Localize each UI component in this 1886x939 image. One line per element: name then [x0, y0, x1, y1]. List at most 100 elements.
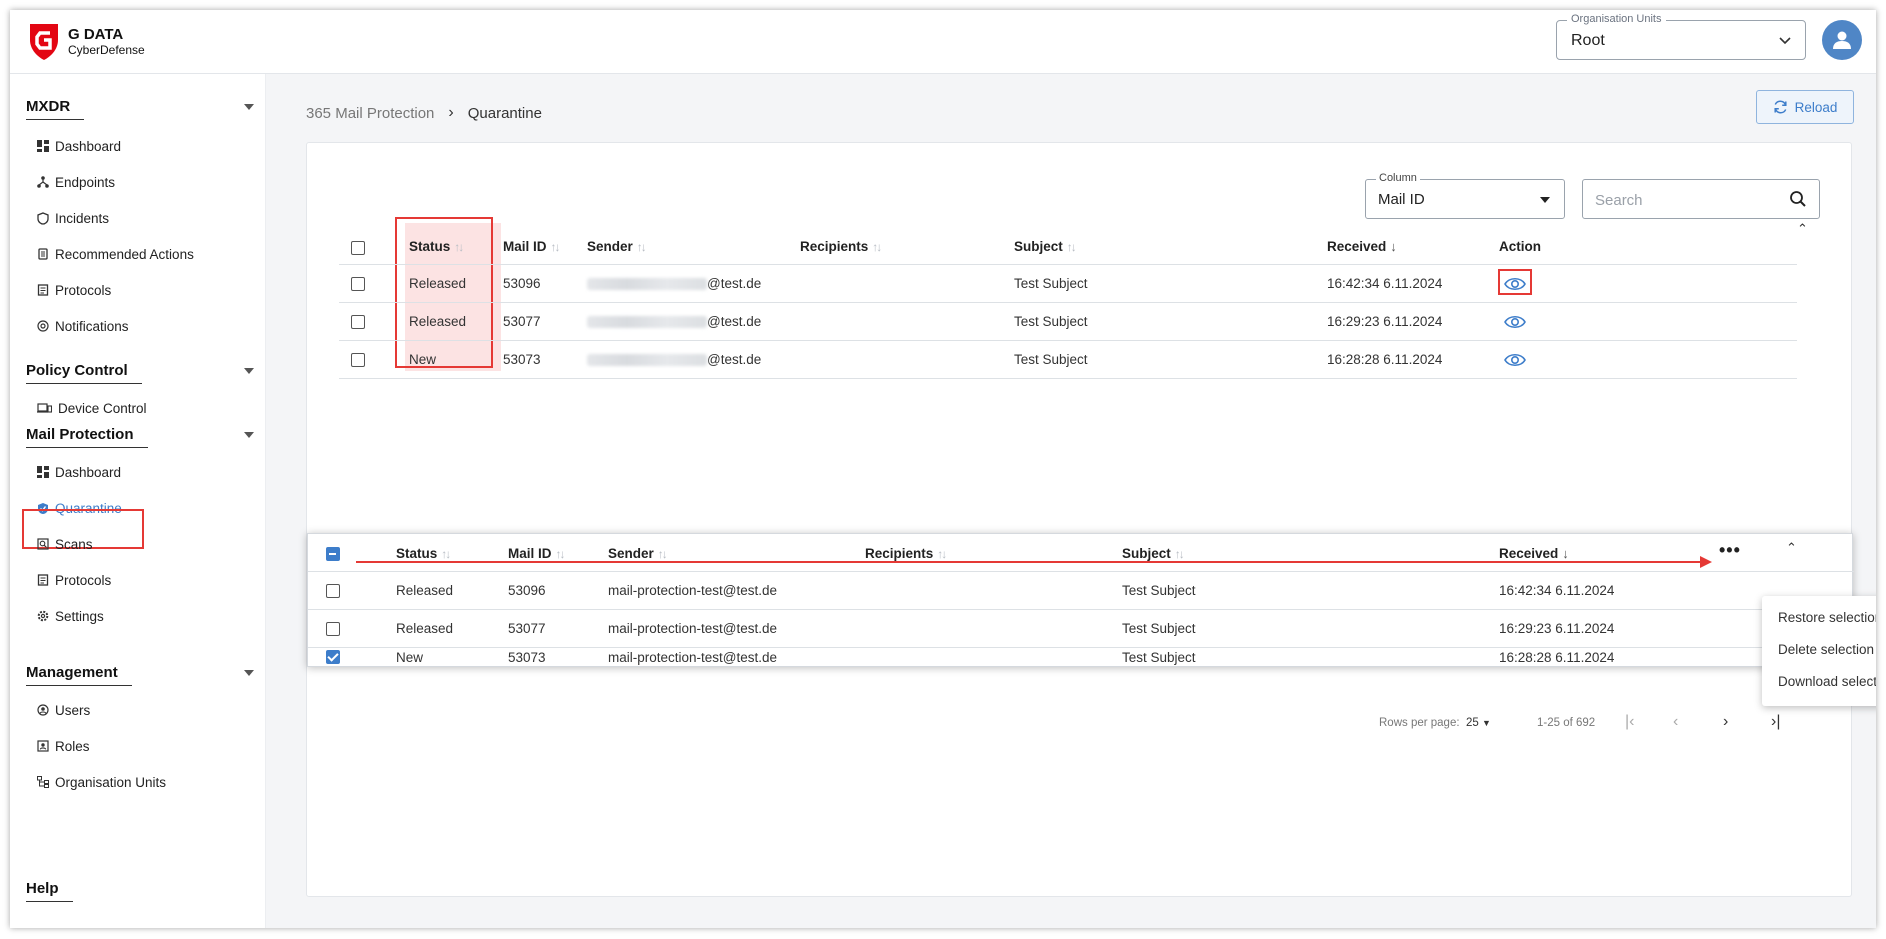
- selection-row[interactable]: New 53073 mail-protection-test@test.de T…: [308, 648, 1854, 686]
- devices-icon: [36, 402, 52, 415]
- previous-page-icon[interactable]: ‹: [1673, 713, 1678, 731]
- header-label: Mail ID: [503, 239, 547, 254]
- users-icon: [36, 704, 49, 717]
- sender-domain: @test.de: [707, 352, 762, 367]
- menu-item-download-selection[interactable]: Download selection: [1778, 674, 1876, 689]
- sort-icon: ↑↓: [550, 240, 561, 254]
- dashboard-icon: [36, 140, 49, 153]
- header-recipients[interactable]: Recipients ↑↓: [800, 239, 882, 254]
- header-label: Mail ID: [508, 546, 552, 561]
- first-page-icon[interactable]: |‹: [1625, 713, 1634, 731]
- header-received[interactable]: Received ↓: [1499, 546, 1569, 561]
- sidebar-item-mxdr-protocols[interactable]: Protocols: [36, 276, 111, 304]
- redacted-text: [587, 316, 707, 329]
- next-page-icon[interactable]: ›: [1723, 713, 1728, 731]
- row-checkbox[interactable]: [326, 584, 340, 598]
- menu-item-restore-selection[interactable]: Restore selection: [1778, 610, 1876, 625]
- header-label: Recipients: [800, 239, 869, 254]
- sidebar-item-mail-protocols[interactable]: Protocols: [36, 566, 111, 594]
- last-page-icon[interactable]: ›|: [1771, 713, 1780, 731]
- sender-domain: @test.de: [707, 276, 762, 291]
- row-checkbox[interactable]: [351, 353, 365, 367]
- sidebar-item-notifications[interactable]: Notifications: [36, 312, 129, 340]
- sidebar-section-mail-protection[interactable]: Mail Protection: [26, 426, 254, 448]
- section-title: Mail Protection: [26, 426, 148, 448]
- table-row[interactable]: Released 53077 @test.de Test Subject 16:…: [339, 303, 1797, 341]
- caret-down-icon[interactable]: [244, 670, 254, 676]
- header-subject[interactable]: Subject ↑↓: [1122, 546, 1185, 561]
- sidebar-item-mxdr-dashboard[interactable]: Dashboard: [36, 132, 121, 160]
- sidebar-item-recommended-actions[interactable]: Recommended Actions: [36, 240, 194, 268]
- row-checkbox-checked[interactable]: [326, 650, 340, 664]
- table-row[interactable]: New 53073 @test.de Test Subject 16:28:28…: [339, 341, 1797, 379]
- sidebar-section-management[interactable]: Management: [26, 664, 254, 686]
- sidebar-item-organisation-units[interactable]: Organisation Units: [36, 768, 166, 796]
- sidebar-item-label: Scans: [55, 536, 93, 552]
- search-input[interactable]: [1595, 189, 1775, 211]
- pagination-range: 1-25 of 692: [1537, 717, 1596, 729]
- select-all-checkbox[interactable]: [351, 241, 365, 255]
- user-avatar[interactable]: [1822, 20, 1862, 60]
- scan-icon: [36, 538, 49, 551]
- column-value: Mail ID: [1378, 191, 1425, 208]
- selection-row[interactable]: Released 53096 mail-protection-test@test…: [308, 572, 1854, 610]
- arrow-head-icon: [1700, 556, 1712, 568]
- eye-icon[interactable]: [1504, 314, 1526, 330]
- header-status[interactable]: Status ↑↓: [409, 239, 464, 254]
- caret-down-icon[interactable]: [244, 104, 254, 110]
- caret-down-icon[interactable]: [244, 368, 254, 374]
- organisation-units-label: Organisation Units: [1567, 13, 1666, 25]
- sidebar-section-policy-control[interactable]: Policy Control: [26, 362, 254, 384]
- sidebar-help[interactable]: Help: [26, 880, 254, 902]
- column-select[interactable]: Column Mail ID: [1365, 172, 1565, 219]
- cell-subject: Test Subject: [1014, 314, 1088, 329]
- cell-mail-id: 53077: [508, 621, 546, 636]
- cell-subject: Test Subject: [1014, 276, 1088, 291]
- header-sender[interactable]: Sender ↑↓: [608, 546, 668, 561]
- sidebar-item-label: Device Control: [58, 400, 147, 416]
- row-checkbox[interactable]: [351, 315, 365, 329]
- row-checkbox[interactable]: [326, 622, 340, 636]
- document-icon: [36, 284, 49, 297]
- sidebar-item-mail-dashboard[interactable]: Dashboard: [36, 458, 121, 486]
- sidebar-item-incidents[interactable]: Incidents: [36, 204, 109, 232]
- sidebar-item-users[interactable]: Users: [36, 696, 90, 724]
- header-received[interactable]: Received ↓: [1327, 239, 1397, 254]
- section-title: MXDR: [26, 98, 85, 120]
- header-status[interactable]: Status ↑↓: [396, 546, 451, 561]
- organisation-units-select[interactable]: Organisation Units Root: [1556, 13, 1806, 60]
- rows-per-page-select[interactable]: 25 ▼: [1466, 717, 1491, 729]
- menu-item-delete-selection[interactable]: Delete selection: [1778, 642, 1874, 657]
- breadcrumb: 365 Mail Protection › Quarantine: [306, 104, 542, 122]
- header-label: Status: [409, 239, 451, 254]
- search-field[interactable]: [1582, 179, 1820, 219]
- caret-down-icon[interactable]: [244, 432, 254, 438]
- header-subject[interactable]: Subject ↑↓: [1014, 239, 1077, 254]
- sidebar-item-endpoints[interactable]: Endpoints: [36, 168, 115, 196]
- header-sender[interactable]: Sender ↑↓: [587, 239, 647, 254]
- rows-per-page-label: Rows per page:: [1379, 717, 1460, 729]
- chevron-up-icon[interactable]: ⌃: [1786, 540, 1797, 556]
- refresh-icon: [1774, 100, 1787, 114]
- sidebar-item-roles[interactable]: Roles: [36, 732, 90, 760]
- breadcrumb-parent[interactable]: 365 Mail Protection: [306, 105, 434, 122]
- eye-icon[interactable]: [1504, 352, 1526, 368]
- header-mail-id[interactable]: Mail ID ↑↓: [503, 239, 561, 254]
- table-row[interactable]: Released 53096 @test.de Test Subject 16:…: [339, 265, 1797, 303]
- cell-mail-id: 53096: [508, 583, 546, 598]
- sidebar-item-scans[interactable]: Scans: [36, 530, 93, 558]
- reload-button[interactable]: Reload: [1756, 90, 1854, 124]
- rows-per-page-value: 25: [1466, 717, 1479, 729]
- header-mail-id[interactable]: Mail ID ↑↓: [508, 546, 566, 561]
- search-icon[interactable]: [1789, 190, 1807, 208]
- sidebar-section-mxdr[interactable]: MXDR: [26, 98, 254, 120]
- sidebar-item-device-control[interactable]: Device Control: [36, 394, 147, 422]
- more-options-icon[interactable]: •••: [1719, 540, 1741, 561]
- header-recipients[interactable]: Recipients ↑↓: [865, 546, 947, 561]
- row-checkbox[interactable]: [351, 277, 365, 291]
- chevron-up-icon[interactable]: ⌃: [1797, 221, 1808, 237]
- selection-table-header: Status ↑↓ Mail ID ↑↓ Sender ↑↓ Recipients ↑↓…: [308, 534, 1854, 572]
- sidebar-item-settings[interactable]: Settings: [36, 602, 104, 630]
- select-all-checkbox[interactable]: [326, 547, 340, 561]
- selection-row[interactable]: Released 53077 mail-protection-test@test…: [308, 610, 1854, 648]
